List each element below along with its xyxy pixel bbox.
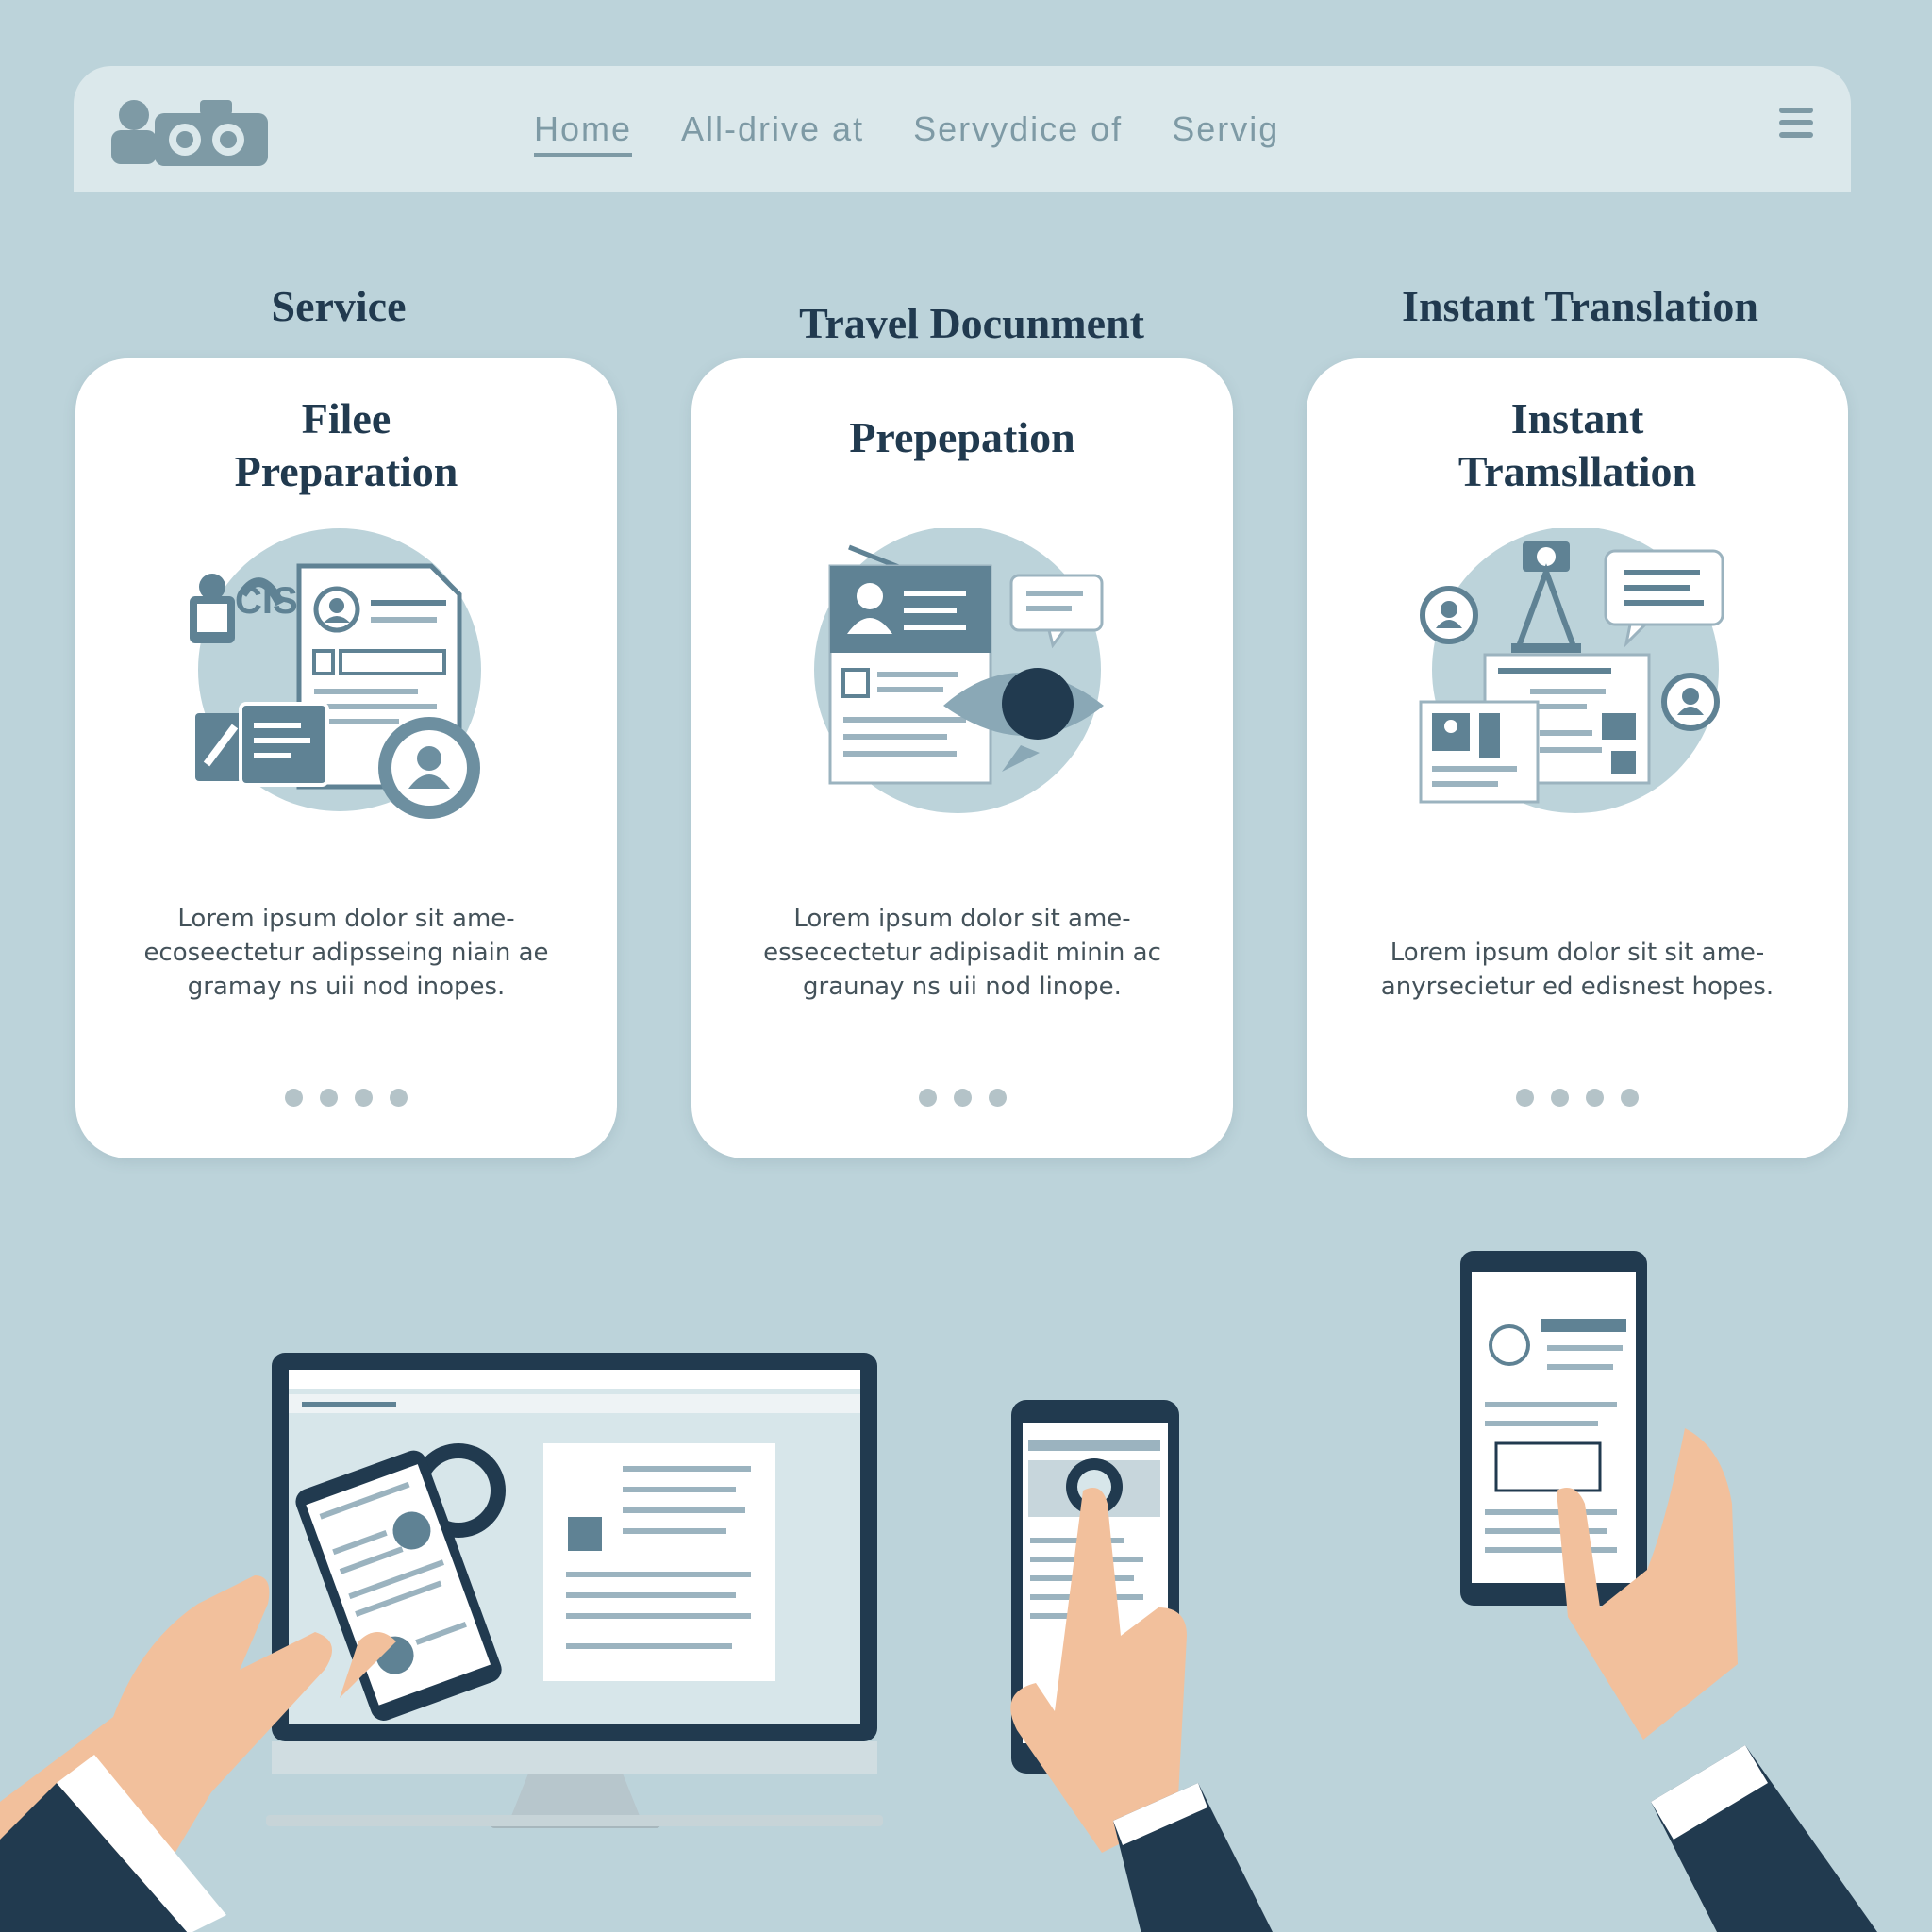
- logo-icon[interactable]: [108, 94, 268, 166]
- devices-with-hands-illustration-icon: [0, 1251, 1877, 1932]
- travel-document-illustration-icon: [814, 528, 1104, 813]
- pagination-dot[interactable]: [320, 1089, 338, 1107]
- nav-servig[interactable]: Servig: [1172, 109, 1279, 157]
- section-title-travel-document: Travel Docunment: [799, 299, 1144, 347]
- service-card-instant-translation[interactable]: Instant Tramsllation Lorem ipsum dolor s…: [1307, 358, 1848, 1158]
- section-title-instant-translation: Instant Translation: [1402, 282, 1758, 330]
- pagination-dot[interactable]: [1551, 1089, 1569, 1107]
- pagination-dots: [75, 1089, 617, 1107]
- phone-icon: [1460, 1251, 1647, 1606]
- pagination-dot[interactable]: [1621, 1089, 1639, 1107]
- pagination-dot[interactable]: [285, 1089, 303, 1107]
- pagination-dot[interactable]: [1586, 1089, 1604, 1107]
- card-description: Lorem ipsum dolor sit ame- ecoseectetur …: [143, 905, 549, 1001]
- pagination-dot[interactable]: [988, 1089, 1007, 1107]
- pagination-dot[interactable]: [390, 1089, 408, 1107]
- main-nav: Home All-drive at Servydice of Servig: [534, 109, 1279, 157]
- service-card-travel-document[interactable]: Prepepation Lorem ipsum dolor sit ame- e…: [691, 358, 1233, 1158]
- card-title: Prepepation: [849, 413, 1075, 461]
- service-card-file-preparation[interactable]: Filee Preparation CIS Lorem ipsum dolor …: [75, 358, 617, 1158]
- pagination-dot[interactable]: [355, 1089, 373, 1107]
- instant-translation-illustration-icon: [1419, 528, 1724, 813]
- section-title-service: Service: [271, 282, 407, 330]
- pagination-dot[interactable]: [918, 1089, 937, 1107]
- nav-all-drive[interactable]: All-drive at: [681, 109, 864, 157]
- svg-text:CIS: CIS: [235, 580, 298, 622]
- pagination-dots: [1307, 1089, 1848, 1107]
- pagination-dot[interactable]: [1516, 1089, 1534, 1107]
- hamburger-menu-icon[interactable]: [1779, 108, 1813, 145]
- pagination-dots: [691, 1089, 1233, 1107]
- pagination-dot[interactable]: [953, 1089, 972, 1107]
- nav-home[interactable]: Home: [534, 109, 633, 157]
- file-preparation-illustration-icon: CIS: [190, 528, 481, 819]
- nav-servydice[interactable]: Servydice of: [913, 109, 1123, 157]
- card-description: Lorem ipsum dolor sit ame- essecectetur …: [763, 905, 1161, 1001]
- card-title: Filee Preparation: [234, 394, 458, 495]
- top-navigation-bar: Home All-drive at Servydice of Servig: [74, 66, 1851, 192]
- card-description: Lorem ipsum dolor sit sit ame- anyrsecie…: [1380, 939, 1774, 1001]
- card-title: Instant Tramsllation: [1457, 394, 1697, 495]
